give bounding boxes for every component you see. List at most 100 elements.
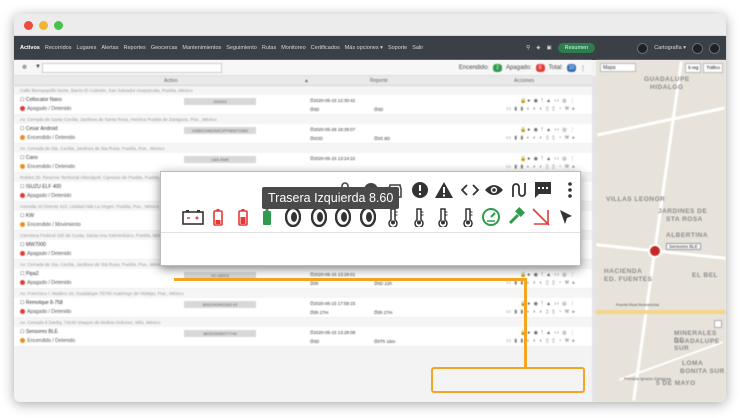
user-avatar[interactable] (692, 42, 703, 54)
route-icon[interactable] (507, 179, 529, 201)
table-row[interactable]: ☐ Cellocator Nano Apagado / Detenido 2090… (14, 95, 592, 115)
more-vertical-icon[interactable] (559, 179, 581, 201)
total-count[interactable]: 10 (567, 64, 576, 72)
thermometer-icon[interactable] (431, 205, 455, 229)
nav-item[interactable]: Certificados (311, 45, 340, 51)
row-sensors[interactable]: ▭ ▮ ▮ ◐ ◐ ◐ ▯ ▯ ◔ ⚒ ▸ (506, 309, 576, 315)
thermometer-icon[interactable] (407, 205, 431, 229)
report-stopped: ⏱0D 22h (374, 281, 393, 286)
bell-icon[interactable]: ◈ (536, 45, 540, 51)
row-sensors[interactable]: ▭ ▮ ▮ ◐ ◐ ◐ ▯ ▯ ◔ ⚒ ▸ (506, 106, 576, 112)
sort-icon[interactable]: ▲ (304, 78, 309, 84)
encendido-count[interactable]: 2 (492, 64, 502, 72)
nav-item[interactable]: Activos (20, 45, 40, 51)
nav-item[interactable]: Más opciones ▾ (345, 45, 383, 51)
map-ctrl-traffic[interactable]: Tráfico (703, 63, 723, 73)
asset-name[interactable]: ☐ Cano (20, 155, 38, 161)
nav-item[interactable]: Geocercas (151, 45, 178, 51)
search-icon[interactable]: ⚲ (526, 45, 530, 51)
row-actions[interactable]: 🔒● ◉ ! ▲ ‹› ◎ ⋮ (520, 156, 576, 162)
asset-name[interactable]: ☐ Sensores BLE (20, 329, 58, 335)
col-reporte[interactable]: Reporte (370, 78, 388, 84)
no-signal-icon[interactable] (529, 205, 553, 229)
status-dot (20, 135, 25, 141)
col-acciones: Acciones (514, 78, 535, 84)
gear-icon[interactable]: ✲ (22, 64, 27, 71)
row-actions[interactable]: 🔒● ◉ ! ▲ ‹› ◎ ⋮ (520, 127, 576, 133)
row-actions[interactable]: 🔒● ◉ ! ▲ ‹› ◎ ⋮ (520, 301, 576, 307)
nav-item[interactable]: Seguimiento (226, 45, 257, 51)
nav-item[interactable]: Reportes (123, 45, 145, 51)
battery-red-icon[interactable] (231, 205, 255, 229)
table-row[interactable]: ☐ Cesar Android Encendido / Detenido 1458… (14, 124, 592, 144)
battery-icon[interactable] (181, 205, 205, 229)
table-row[interactable]: ☐ Sensores BLE Encendido / Detenido 86252… (14, 327, 592, 347)
code-brackets-icon[interactable] (459, 179, 481, 201)
asset-status: Apagado / Detenido (20, 251, 71, 257)
map-ctrl-a[interactable]: 6 reg (685, 63, 702, 73)
summary-button[interactable]: Resumen (557, 43, 596, 53)
message-icon[interactable] (532, 179, 554, 201)
battery-low-red-icon[interactable] (206, 205, 230, 229)
nav-item[interactable]: Recorridos (45, 45, 72, 51)
nav-item[interactable]: Lugares (76, 45, 96, 51)
map-area-label: ALBERTINA (666, 232, 709, 239)
settings-icon[interactable] (709, 42, 720, 54)
table-row[interactable]: ☐ Cano Encendido / Detenido LBA 4595 ⏱2020… (14, 153, 592, 173)
row-sensors[interactable]: ▭ ▮ ▮ ◐ ◐ ◐ ▯ ▯ ◔ ⚒ ▸ (506, 338, 576, 344)
alert-circle-icon[interactable] (409, 179, 431, 201)
map-toggle-icon[interactable] (637, 42, 649, 54)
warning-triangle-icon[interactable] (433, 179, 455, 201)
search-input[interactable] (42, 63, 222, 73)
asset-status: Encendido / Movimiento (20, 222, 81, 228)
status-dot (20, 251, 25, 257)
asset-name[interactable]: ☐ Pipa2 (20, 271, 39, 277)
callout-connector (524, 281, 527, 369)
minimize-window-button[interactable] (39, 21, 48, 30)
maximize-window-button[interactable] (54, 21, 63, 30)
report-elapsed: ⏱0h (310, 281, 319, 286)
col-activo[interactable]: Activo (164, 78, 178, 84)
row-actions[interactable]: 🔒● ◉ ! ▲ ‹› ◎ ⋮ (520, 272, 576, 278)
report-date: ⏱2020-06-15 13:28:08 (310, 330, 356, 335)
asset-name[interactable]: ☐ KW (20, 213, 34, 219)
gauge-icon[interactable] (479, 205, 503, 229)
map-menu[interactable]: Cartografía ▾ (654, 45, 686, 51)
report-date: ⏱2020-06-15 12:30:42 (310, 98, 356, 103)
thermometer-icon[interactable] (456, 205, 480, 229)
map-panel[interactable]: Mapa 6 reg Tráfico GUADALUPE HIDALGO VILLA… (596, 60, 726, 402)
callout-connector (174, 278, 527, 281)
asset-name[interactable]: ☐ MW7000 (20, 242, 46, 248)
marker-label[interactable]: Sensores BLE (666, 243, 701, 250)
nav-item[interactable]: Mantenimientos (182, 45, 221, 51)
row-address: Calle Bernasquille Norte, Barrio El Coli… (14, 86, 592, 95)
hammer-icon[interactable] (504, 205, 528, 229)
close-window-button[interactable] (24, 21, 33, 30)
apagado-count[interactable]: 8 (535, 64, 545, 72)
asset-status: Apagado / Detenido (20, 193, 71, 199)
map-type-select[interactable]: Mapa (600, 63, 636, 72)
row-sensors[interactable]: ▭ ▮ ▮ ◐ ◐ ◐ ▯ ▯ ◔ ⚒ ▸ (506, 164, 576, 170)
row-actions[interactable]: 🔒● ◉ ! ▲ ‹› ◎ ⋮ (520, 98, 576, 104)
nav-item[interactable]: Alertas (101, 45, 118, 51)
vehicle-marker-icon[interactable] (648, 244, 662, 258)
row-sensors[interactable]: ▭ ▮ ▮ ◐ ◐ ◐ ▯ ▯ ◔ ⚒ ▸ (506, 135, 576, 141)
calendar-icon[interactable]: ▣ (546, 45, 551, 51)
asset-name[interactable]: ☐ Cesar Android (20, 126, 58, 132)
asset-name[interactable]: ☐ Cellocator Nano (20, 97, 62, 103)
nav-item[interactable]: Salir (412, 45, 423, 51)
nav-item[interactable]: Soporte (388, 45, 407, 51)
asset-name[interactable]: ☐ Remolque 8-758 (20, 300, 63, 306)
row-actions[interactable]: 🔒● ◉ ! ▲ ‹› ◎ ⋮ (520, 330, 576, 336)
nav-item[interactable]: Rutas (262, 45, 276, 51)
asset-name[interactable]: ☐ ISUZU ELF 400 (20, 184, 61, 190)
zoom-in-button[interactable] (714, 320, 722, 328)
filter-icon[interactable]: ▼ (35, 64, 41, 71)
eye-icon[interactable] (483, 179, 505, 201)
more-vertical-icon[interactable]: ⋮ (580, 65, 586, 72)
table-row[interactable]: ☐ Remolque 8-758 Apagado / Detenido 86510… (14, 298, 592, 318)
map-area-label: ED. FUENTES (604, 276, 653, 283)
nav-item[interactable]: Monitoreo (281, 45, 305, 51)
cursor-icon[interactable] (554, 205, 578, 229)
poi-label: Primaria Ignacio Zaragoza (624, 376, 671, 381)
